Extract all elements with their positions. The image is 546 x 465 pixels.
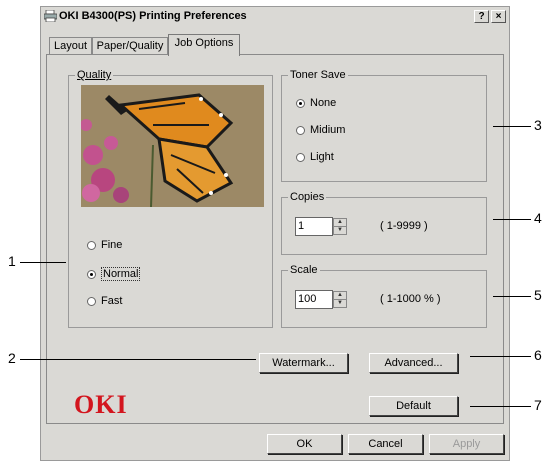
scale-spinner[interactable]: ▲ ▼: [333, 291, 347, 308]
oki-logo: OKI: [74, 390, 128, 419]
callout-6-line: [470, 356, 531, 357]
radio-indicator-selected: [296, 98, 305, 108]
callout-2: 2: [8, 350, 16, 366]
quality-fast-radio[interactable]: Fast: [87, 295, 122, 307]
callout-7: 7: [534, 397, 542, 413]
callout-1-line: [20, 262, 66, 263]
callout-1: 1: [8, 253, 16, 269]
toner-midium-radio[interactable]: Midium: [296, 124, 345, 136]
scale-group: Scale 100 ▲ ▼ ( 1-1000 % ): [281, 264, 487, 328]
job-options-panel: Quality Fine Normal Fast Toner Save None…: [46, 54, 504, 424]
toner-midium-label: Midium: [310, 124, 346, 136]
spin-down-icon[interactable]: ▼: [334, 300, 346, 307]
copies-spinner[interactable]: ▲ ▼: [333, 218, 347, 235]
scale-input[interactable]: 100: [295, 290, 333, 309]
quality-normal-label: Normal: [101, 267, 141, 281]
radio-indicator: [296, 152, 305, 162]
butterfly-preview-image: [81, 85, 264, 207]
copies-group-title: Copies: [288, 191, 327, 203]
radio-indicator: [87, 240, 96, 250]
callout-4: 4: [534, 210, 542, 226]
toner-save-group-title: Toner Save: [288, 69, 348, 81]
callout-5-line: [493, 296, 531, 297]
scale-range: ( 1-1000 % ): [380, 293, 441, 305]
quality-fine-radio[interactable]: Fine: [87, 239, 122, 251]
quality-group-title: Quality: [75, 69, 114, 81]
callout-6: 6: [534, 347, 542, 363]
help-button[interactable]: ?: [474, 10, 489, 23]
copies-input[interactable]: 1: [295, 217, 333, 236]
cancel-button[interactable]: Cancel: [348, 434, 423, 454]
toner-save-group: Toner Save None Midium Light: [281, 69, 487, 182]
spin-up-icon[interactable]: ▲: [334, 219, 346, 227]
watermark-button[interactable]: Watermark...: [259, 353, 348, 373]
toner-light-label: Light: [310, 151, 334, 163]
radio-indicator-selected: [87, 269, 96, 279]
copies-group: Copies 1 ▲ ▼ ( 1-9999 ): [281, 191, 487, 255]
toner-light-radio[interactable]: Light: [296, 151, 334, 163]
tab-job-options[interactable]: Job Options: [168, 34, 240, 56]
quality-normal-radio[interactable]: Normal: [87, 267, 141, 281]
window-title: OKI B4300(PS) Printing Preferences: [59, 10, 247, 22]
radio-indicator: [296, 125, 305, 135]
callout-4-line: [493, 219, 531, 220]
quality-fast-label: Fast: [101, 295, 123, 307]
callout-2-line: [20, 359, 256, 360]
radio-indicator: [87, 296, 96, 306]
printer-icon: [44, 10, 57, 22]
advanced-button[interactable]: Advanced...: [369, 353, 458, 373]
tab-layout[interactable]: Layout: [49, 37, 92, 55]
copies-range: ( 1-9999 ): [380, 220, 428, 232]
spin-up-icon[interactable]: ▲: [334, 292, 346, 300]
quality-fine-label: Fine: [101, 239, 123, 251]
callout-3-line: [493, 126, 531, 127]
apply-button[interactable]: Apply: [429, 434, 504, 454]
callout-5: 5: [534, 287, 542, 303]
spin-down-icon[interactable]: ▼: [334, 227, 346, 234]
printing-preferences-dialog: OKI B4300(PS) Printing Preferences ? × L…: [40, 6, 510, 461]
tab-paper-quality[interactable]: Paper/Quality: [92, 37, 168, 55]
callout-7-line: [470, 406, 531, 407]
title-bar[interactable]: OKI B4300(PS) Printing Preferences ? ×: [41, 7, 509, 27]
toner-none-label: None: [310, 97, 337, 109]
scale-group-title: Scale: [288, 264, 320, 276]
quality-group: Quality Fine Normal Fast: [68, 69, 273, 328]
toner-none-radio[interactable]: None: [296, 97, 336, 109]
ok-button[interactable]: OK: [267, 434, 342, 454]
default-button[interactable]: Default: [369, 396, 458, 416]
close-button[interactable]: ×: [491, 10, 506, 23]
callout-3: 3: [534, 117, 542, 133]
